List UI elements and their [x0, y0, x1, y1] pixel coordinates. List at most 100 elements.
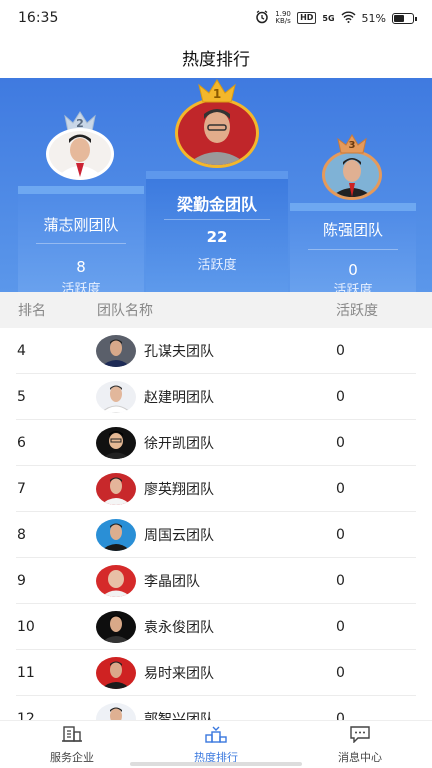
row-team-name: 徐开凯团队: [144, 435, 214, 452]
avatar: [96, 518, 136, 551]
nav-label: 消息中心: [338, 750, 382, 764]
table-row[interactable]: 4 孔谋夫团队 0: [16, 328, 416, 374]
podium-panel: 2 1 3 蒲志刚团队 8 活跃度 梁勤金团队 22 活跃度 陈强团队 0 活跃…: [0, 78, 432, 292]
row-activity: 0: [336, 434, 345, 451]
avatar: [96, 656, 136, 689]
table-row[interactable]: 6 徐开凯团队 0: [16, 420, 416, 466]
second-place-avatar-wrap[interactable]: 2: [45, 110, 115, 184]
row-activity: 0: [336, 480, 345, 497]
divider: [36, 243, 126, 244]
podium-block-top: [290, 203, 416, 211]
divider: [308, 249, 398, 250]
third-team-score: 0: [348, 261, 358, 279]
row-activity: 0: [336, 618, 345, 635]
row-rank: 5: [17, 388, 26, 405]
ranking-list[interactable]: 4 孔谋夫团队 0 5 赵建明团队 0 6 徐开凯团队 0 7 廖英翔团队 0 …: [0, 328, 432, 720]
column-header-rank: 排名: [18, 303, 46, 319]
first-score-label: 活跃度: [197, 258, 237, 273]
status-bar: 16:35 1.90 KB/s HD 5G 51%: [0, 0, 432, 36]
home-indicator[interactable]: [130, 762, 302, 766]
avatar: [96, 426, 136, 459]
row-activity: 0: [336, 388, 345, 405]
row-rank: 4: [17, 342, 26, 359]
network-label: 5G: [322, 13, 335, 23]
first-team-name: 梁勤金团队: [176, 195, 257, 214]
table-row[interactable]: 11 易时来团队 0: [16, 650, 416, 696]
wifi-icon: [341, 11, 356, 26]
first-place-avatar-wrap[interactable]: 1: [174, 78, 260, 170]
row-rank: 12: [17, 710, 35, 721]
crown-number-1: 1: [212, 87, 222, 101]
second-team-score: 8: [76, 258, 86, 276]
net-speed: 1.90 KB/s: [275, 10, 291, 25]
row-team-name: 周国云团队: [144, 527, 214, 544]
table-row[interactable]: 8 周国云团队 0: [16, 512, 416, 558]
row-team-name: 袁永俊团队: [144, 619, 214, 636]
table-row[interactable]: 5 赵建明团队 0: [16, 374, 416, 420]
avatar-first: [175, 98, 259, 168]
row-activity: 0: [336, 572, 345, 589]
third-score-label: 活跃度: [333, 283, 373, 292]
column-header-activity: 活跃度: [336, 303, 378, 319]
podium-block-third[interactable]: 陈强团队 0 活跃度: [290, 203, 416, 292]
row-rank: 8: [17, 526, 26, 543]
second-team-name: 蒲志刚团队: [43, 216, 119, 234]
building-icon: [61, 725, 83, 746]
row-team-name: 赵建明团队: [144, 389, 214, 406]
row-team-name: 郭智兴团队: [144, 711, 214, 721]
crown-number-3: 3: [348, 140, 356, 151]
divider: [164, 219, 270, 220]
nav-item-heat-ranking[interactable]: 热度排行: [144, 721, 288, 768]
avatar: [96, 380, 136, 413]
row-rank: 11: [17, 664, 35, 681]
avatar: [96, 610, 136, 643]
row-activity: 0: [336, 342, 345, 359]
table-row[interactable]: 7 廖英翔团队 0: [16, 466, 416, 512]
avatar-third: [322, 150, 382, 200]
table-row[interactable]: 10 袁永俊团队 0: [16, 604, 416, 650]
page-title: 热度排行: [182, 49, 250, 70]
second-score-label: 活跃度: [61, 282, 101, 292]
avatar: [96, 564, 136, 597]
first-team-score: 22: [206, 228, 228, 246]
row-activity: 0: [336, 710, 345, 721]
podium-block-top: [18, 186, 144, 194]
nav-item-message-center[interactable]: 消息中心: [288, 721, 432, 768]
row-rank: 10: [17, 618, 35, 635]
avatar: [96, 472, 136, 505]
battery-icon: [392, 12, 417, 24]
table-row[interactable]: 12 郭智兴团队 0: [16, 696, 416, 720]
nav-label: 服务企业: [50, 750, 94, 764]
row-team-name: 孔谋夫团队: [144, 343, 214, 360]
battery-percent: 51%: [361, 11, 386, 25]
gold-crown-icon: 1: [196, 78, 238, 104]
row-rank: 7: [17, 480, 26, 497]
podium-block-second[interactable]: 蒲志刚团队 8 活跃度: [18, 186, 144, 292]
row-team-name: 廖英翔团队: [144, 481, 214, 498]
row-team-name: 李晶团队: [144, 573, 200, 590]
row-rank: 9: [17, 572, 26, 589]
bottom-nav: 服务企业 热度排行 消息中心: [0, 720, 432, 768]
row-activity: 0: [336, 526, 345, 543]
avatar: [96, 334, 136, 367]
hd-badge: HD: [297, 12, 317, 24]
podium-block-first[interactable]: 梁勤金团队 22 活跃度: [146, 171, 288, 292]
nav-item-service-companies[interactable]: 服务企业: [0, 721, 144, 768]
alarm-icon: [255, 9, 269, 27]
ranking-table-header: 排名 团队名称 活跃度: [0, 292, 432, 328]
third-team-name: 陈强团队: [322, 221, 383, 239]
column-header-team-name: 团队名称: [97, 303, 153, 319]
table-row[interactable]: 9 李晶团队 0: [16, 558, 416, 604]
avatar: [96, 702, 136, 720]
status-time: 16:35: [18, 10, 59, 26]
message-icon: [349, 725, 371, 746]
podium-icon: [205, 725, 227, 746]
row-rank: 6: [17, 434, 26, 451]
avatar-second: [46, 128, 114, 180]
row-team-name: 易时来团队: [144, 665, 214, 682]
page-title-bar: 热度排行: [0, 36, 432, 78]
row-activity: 0: [336, 664, 345, 681]
bronze-crown-icon: 3: [336, 134, 368, 154]
status-icons: 1.90 KB/s HD 5G 51%: [255, 9, 417, 27]
third-place-avatar-wrap[interactable]: 3: [321, 134, 383, 200]
